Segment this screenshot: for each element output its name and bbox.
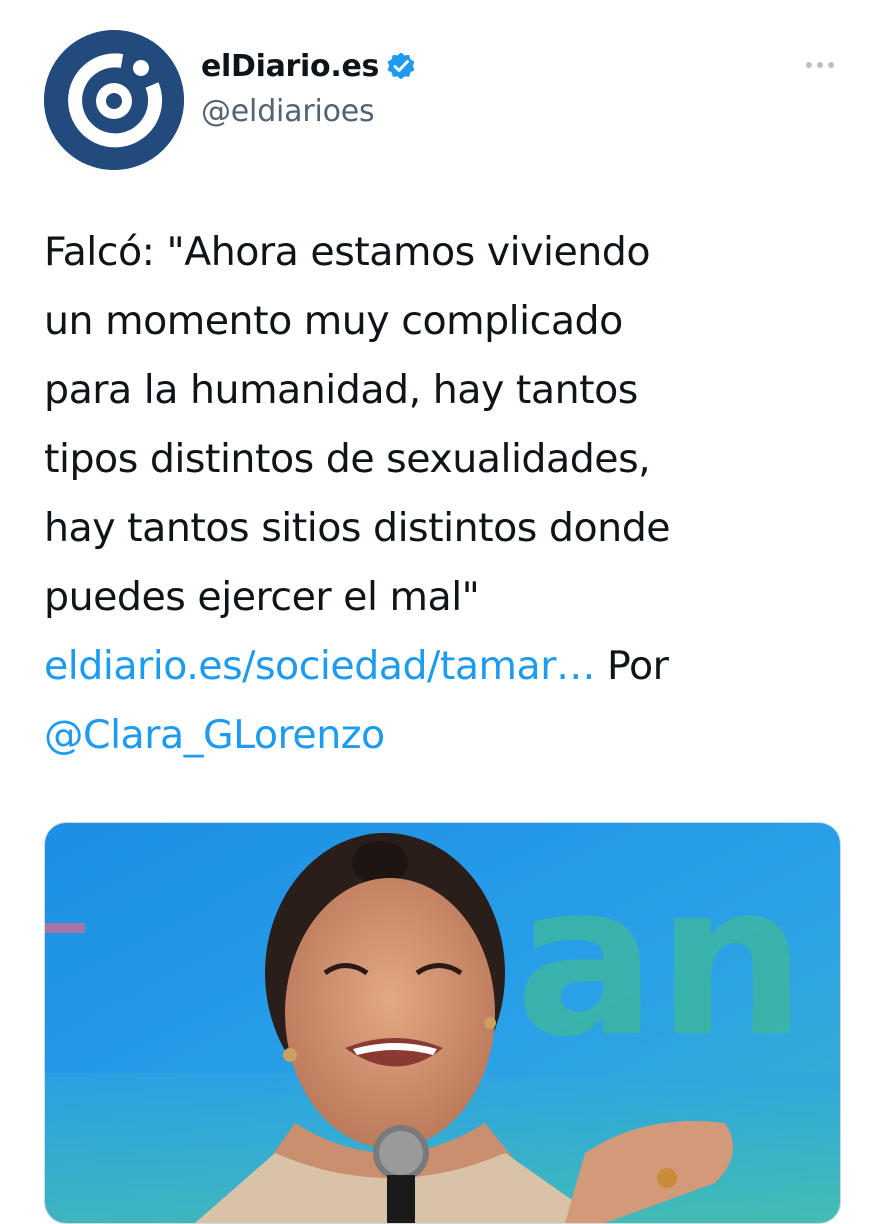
handle[interactable]: @eldiarioes	[201, 94, 417, 129]
tweet-text-line: hay tantos sitios distintos donde	[44, 505, 671, 551]
tweet-text: Falcó: "Ahora estamos viviendo un moment…	[44, 218, 844, 770]
more-options-icon-dot	[828, 62, 834, 68]
more-options-icon-dot	[817, 62, 823, 68]
eldiario-logo-icon	[44, 30, 184, 170]
tweet-text-line: tipos distintos de sexualidades,	[44, 436, 651, 482]
more-options-button[interactable]	[800, 50, 840, 80]
tweet-text-line: para la humanidad, hay tantos	[44, 367, 638, 413]
tweet-text-line: un momento muy complicado	[44, 298, 623, 344]
tweet-text-line: puedes ejercer el mal"	[44, 574, 480, 620]
author-mention-link[interactable]: @Clara_GLorenzo	[44, 712, 385, 758]
tweet-link-line: eldiario.es/sociedad/tamar… Por	[44, 632, 844, 701]
name-row: elDiario.es	[201, 44, 417, 88]
article-link[interactable]: eldiario.es/sociedad/tamar…	[44, 643, 595, 689]
by-text: Por	[607, 643, 669, 689]
display-name[interactable]: elDiario.es	[201, 49, 379, 84]
svg-text:an: an	[515, 838, 806, 1083]
link-preview-card[interactable]: an	[44, 822, 841, 1224]
avatar[interactable]	[44, 30, 184, 170]
mention-line: @Clara_GLorenzo	[44, 701, 844, 770]
photo-icon: an	[45, 823, 840, 1223]
account-header: elDiario.es @eldiarioes	[201, 44, 417, 129]
tweet-text-line: Falcó: "Ahora estamos viviendo	[44, 229, 651, 275]
more-options-icon	[806, 62, 812, 68]
verified-badge-icon	[385, 50, 417, 82]
